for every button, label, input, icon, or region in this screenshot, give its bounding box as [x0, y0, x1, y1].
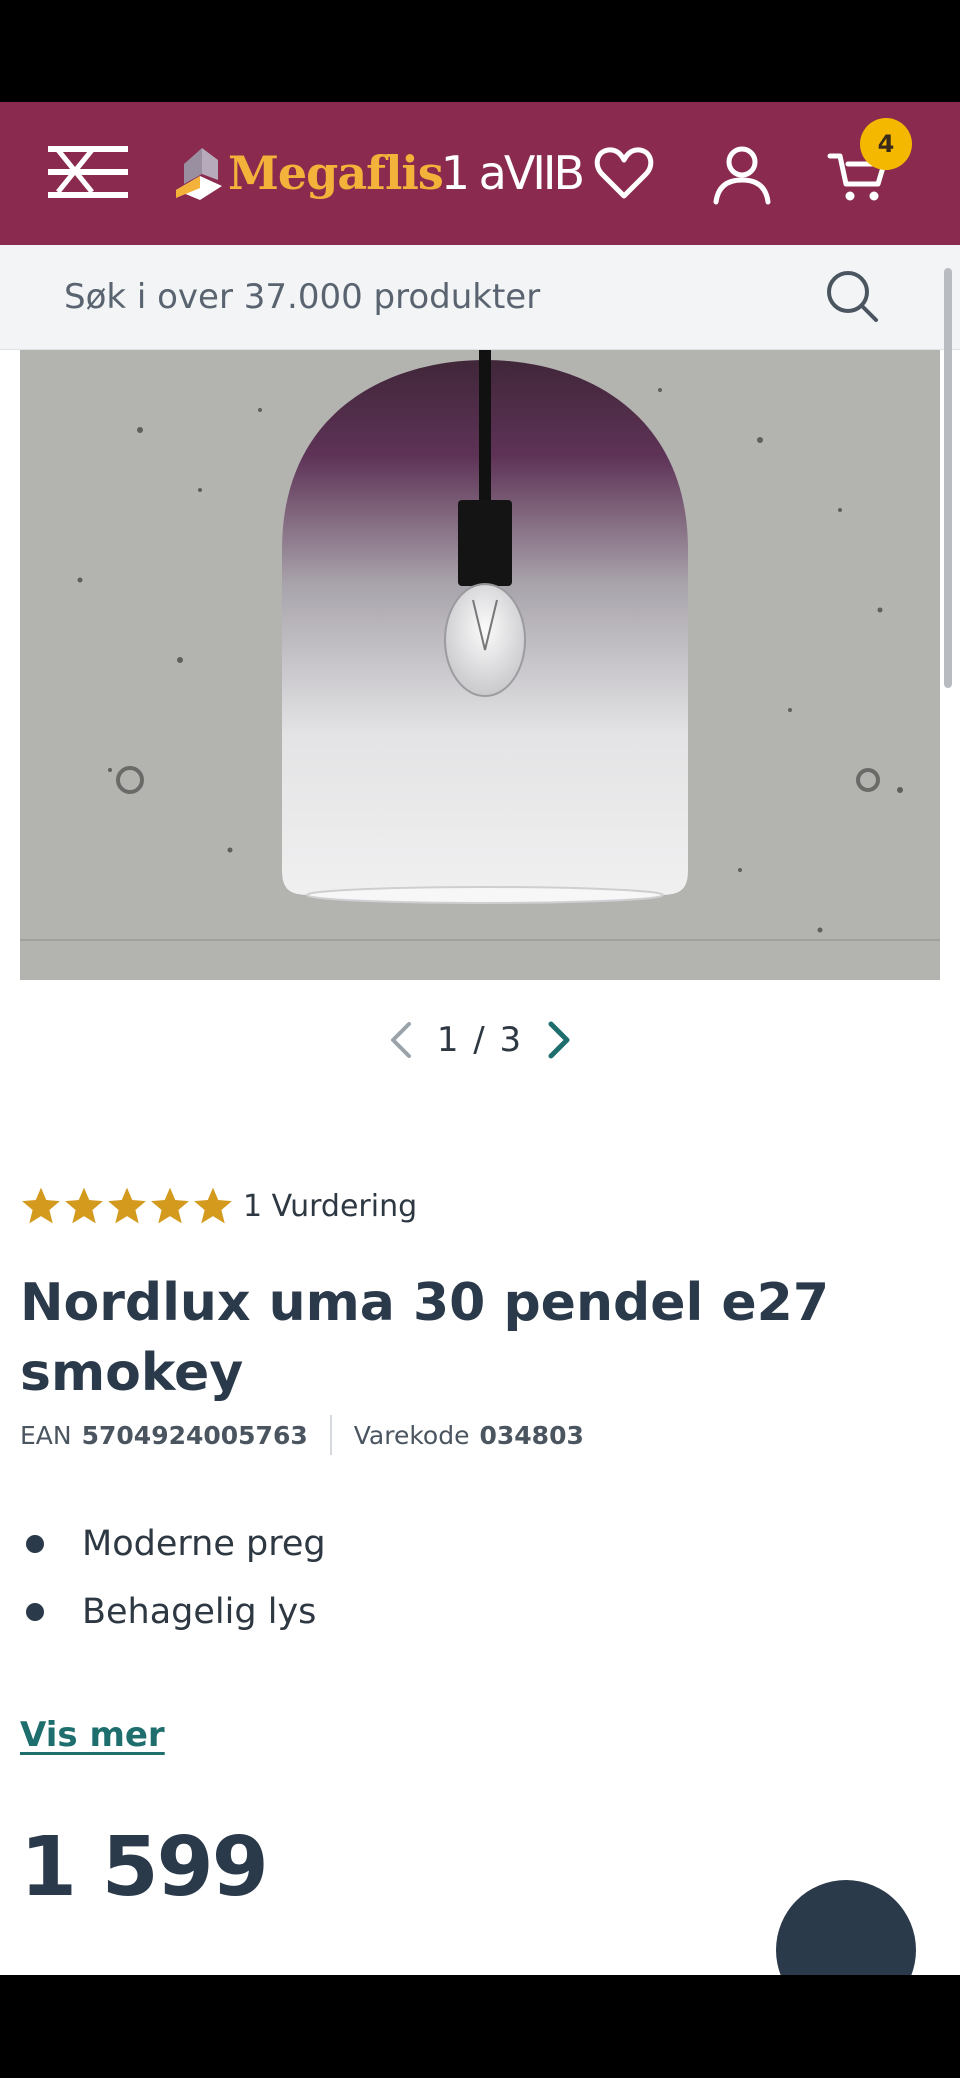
search-input[interactable]: Søk i over 37.000 produkter: [64, 277, 540, 317]
product-price: 1 599: [20, 1820, 269, 1915]
list-item: Behagelig lys: [20, 1578, 326, 1646]
navigation-bar: [0, 1975, 960, 2078]
product-rating[interactable]: 1 Vurdering: [20, 1185, 417, 1227]
chevron-right-icon[interactable]: [541, 1016, 577, 1064]
logo-text: Megaflis: [228, 146, 444, 200]
star-icon: [108, 1187, 146, 1224]
star-icon: [65, 1187, 103, 1224]
ean-value: 5704924005763: [81, 1420, 308, 1450]
code-value: 034803: [479, 1420, 584, 1450]
chevron-left-icon[interactable]: [383, 1016, 419, 1064]
star-icon: [194, 1187, 232, 1224]
search-bar[interactable]: Søk i over 37.000 produkter: [0, 245, 960, 350]
search-icon[interactable]: [824, 268, 880, 324]
user-icon[interactable]: [710, 142, 774, 206]
star-icon: [151, 1187, 189, 1224]
code-label: Varekode: [353, 1420, 470, 1450]
product-title: Nordlux uma 30 pendel e27 smokey: [20, 1273, 830, 1403]
show-more-link[interactable]: Vis mer: [20, 1715, 165, 1755]
image-pager: 1 / 3: [0, 1010, 960, 1070]
scrollbar[interactable]: [944, 268, 952, 688]
status-bar: [0, 0, 960, 102]
list-item: Moderne preg: [20, 1510, 326, 1578]
product-codes: EAN 5704924005763 Varekode 034803: [20, 1415, 584, 1455]
bullet-icon: [26, 1603, 44, 1621]
logo-mark-icon: [176, 148, 222, 200]
heart-icon[interactable]: [592, 142, 656, 206]
site-logo[interactable]: Megaflis 1 aVIIB: [174, 137, 585, 209]
bullet-icon: [26, 1535, 44, 1553]
feature-text: Moderne preg: [82, 1524, 326, 1564]
ean-label: EAN: [20, 1420, 72, 1450]
logo-suffix: 1 aVIIB: [440, 146, 585, 200]
feature-text: Behagelig lys: [82, 1592, 317, 1632]
rating-count[interactable]: 1 Vurdering: [243, 1189, 417, 1224]
star-icon: [22, 1187, 60, 1224]
product-image[interactable]: [20, 350, 940, 980]
divider: [329, 1415, 332, 1455]
menu-icon[interactable]: [46, 140, 130, 204]
product-page: 1 / 3 1 Vurdering Nordlux uma 30 pendel …: [0, 350, 960, 1975]
feature-list: Moderne preg Behagelig lys: [20, 1510, 326, 1646]
chat-button[interactable]: [776, 1880, 916, 1975]
pager-counter: 1 / 3: [436, 1020, 524, 1060]
cart-count-badge: 4: [860, 118, 912, 170]
